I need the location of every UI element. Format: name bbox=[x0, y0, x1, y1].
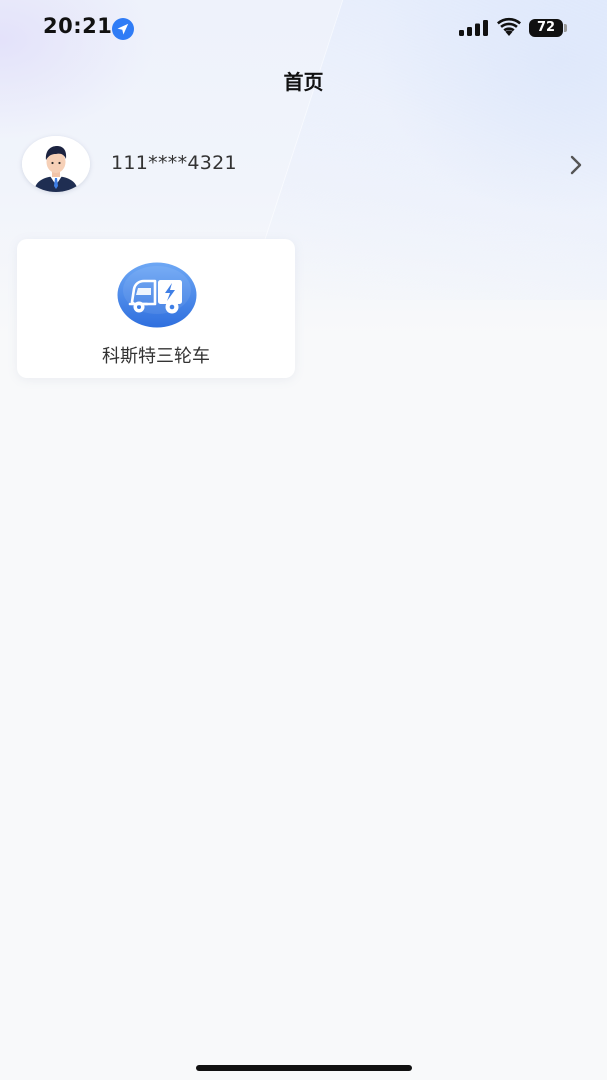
status-time: 20:21 bbox=[43, 14, 113, 38]
location-arrow-icon bbox=[112, 18, 134, 40]
signal-bars-icon bbox=[459, 20, 488, 36]
user-avatar-icon bbox=[22, 136, 90, 192]
wifi-icon bbox=[497, 17, 521, 36]
phone-number: 111****4321 bbox=[111, 152, 237, 174]
avatar[interactable] bbox=[22, 136, 90, 192]
home-indicator[interactable] bbox=[196, 1065, 412, 1071]
status-bar: 20:21 72 bbox=[0, 0, 607, 56]
device-label: 科斯特三轮车 bbox=[102, 346, 210, 367]
profile-row[interactable]: 111****4321 bbox=[22, 136, 590, 194]
chevron-right-icon[interactable] bbox=[569, 154, 583, 176]
electric-tricycle-icon bbox=[117, 262, 197, 328]
battery-cap bbox=[564, 24, 567, 32]
battery-icon: 72 bbox=[529, 19, 563, 37]
page-title: 首页 bbox=[283, 70, 324, 94]
device-card-tricycle[interactable]: 科斯特三轮车 bbox=[17, 239, 295, 378]
battery-level: 72 bbox=[536, 20, 556, 35]
